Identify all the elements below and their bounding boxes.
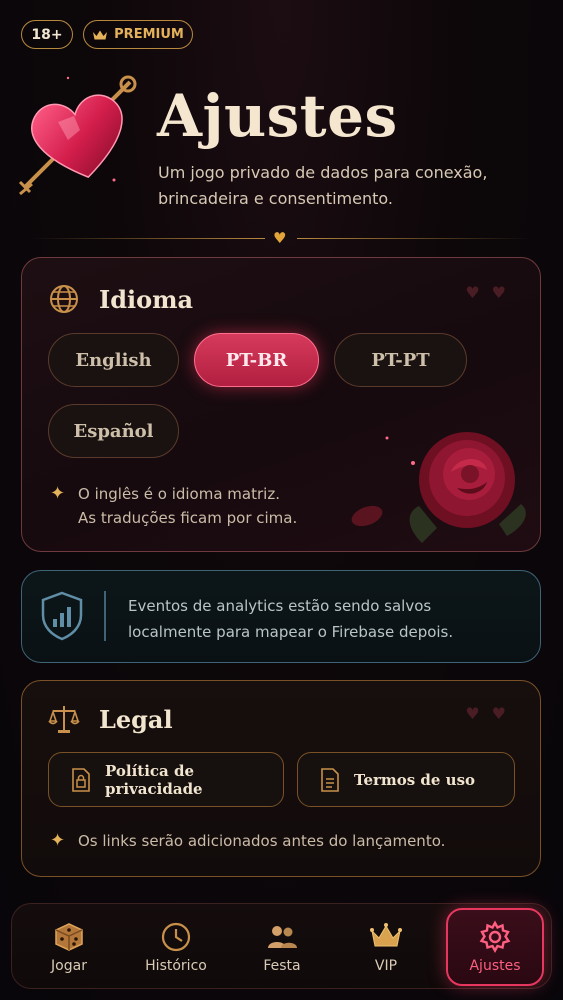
rose-icon bbox=[351, 432, 526, 543]
language-note-line1: O inglês é o idioma matriz. bbox=[78, 485, 280, 503]
heart-arrow-icon bbox=[18, 75, 137, 196]
page-subtitle: Um jogo privado de dados para conexão, b… bbox=[158, 163, 488, 208]
language-card-title: Idioma bbox=[99, 285, 194, 314]
nav-item-ajustes[interactable]: Ajustes bbox=[446, 908, 544, 986]
language-note-line2: As traduções ficam por cima. bbox=[78, 509, 298, 527]
bottom-navigation: Jogar Histórico Festa VIP Ajustes bbox=[11, 903, 552, 989]
sparkle-icon: ✦ bbox=[50, 483, 66, 504]
legal-card-title: Legal bbox=[99, 705, 173, 734]
language-note: ✦ O inglês é o idioma matriz. As traduçõ… bbox=[50, 482, 298, 530]
scales-icon bbox=[48, 706, 80, 733]
terms-of-use-label: Termos de uso bbox=[354, 770, 476, 789]
divider bbox=[32, 238, 265, 239]
language-option-espanol[interactable]: Español bbox=[48, 404, 179, 458]
lock-document-icon bbox=[72, 767, 90, 792]
globe-icon bbox=[50, 285, 78, 313]
vertical-divider bbox=[104, 591, 106, 641]
privacy-policy-label: Política de privacidade bbox=[105, 761, 203, 798]
nav-label: Histórico bbox=[145, 958, 207, 974]
people-icon bbox=[268, 926, 297, 948]
nav-item-festa[interactable]: Festa bbox=[233, 908, 331, 986]
nav-label: VIP bbox=[374, 958, 398, 974]
nav-item-historico[interactable]: Histórico bbox=[127, 908, 225, 986]
nav-label: Ajustes bbox=[469, 958, 521, 974]
premium-label: PREMIUM bbox=[114, 27, 184, 42]
divider-heart-icon: ♥ bbox=[273, 229, 287, 247]
document-icon bbox=[321, 767, 339, 792]
divider bbox=[297, 238, 531, 239]
analytics-message: Eventos de analytics estão sendo salvos … bbox=[128, 597, 454, 641]
language-option-english[interactable]: English bbox=[48, 333, 179, 387]
terms-of-use-button[interactable]: Termos de uso bbox=[297, 752, 515, 807]
age-rating-label: 18+ bbox=[31, 26, 63, 43]
language-option-pt-pt[interactable]: PT-PT bbox=[334, 333, 467, 387]
age-rating-badge: 18+ bbox=[21, 20, 73, 49]
decorative-hearts-icon: ♥♥ bbox=[465, 283, 518, 302]
privacy-policy-button[interactable]: Política de privacidade bbox=[48, 752, 284, 807]
language-card: Idioma ♥♥ English PT-BR PT-PT Español ✦ … bbox=[21, 257, 541, 552]
analytics-card: Eventos de analytics estão sendo salvos … bbox=[21, 570, 541, 663]
legal-note: ✦ Os links serão adicionados antes do la… bbox=[50, 829, 446, 853]
nav-label: Festa bbox=[263, 958, 301, 974]
nav-item-vip[interactable]: VIP bbox=[337, 908, 435, 986]
nav-label: Jogar bbox=[51, 958, 87, 974]
nav-item-jogar[interactable]: Jogar bbox=[20, 908, 118, 986]
decorative-hearts-icon: ♥♥ bbox=[465, 704, 518, 723]
premium-badge[interactable]: PREMIUM bbox=[83, 20, 193, 49]
shield-chart-icon bbox=[41, 591, 83, 641]
gear-icon bbox=[479, 920, 511, 953]
crown-icon bbox=[93, 30, 108, 39]
clock-icon bbox=[161, 922, 191, 952]
dice-icon bbox=[55, 923, 83, 951]
language-option-pt-br[interactable]: PT-BR bbox=[194, 333, 319, 387]
sparkle-icon: ✦ bbox=[50, 830, 66, 851]
legal-card: Legal ♥♥ Política de privacidade Termos … bbox=[21, 680, 541, 877]
page-title: Ajustes bbox=[157, 82, 398, 150]
legal-note-text: Os links serão adicionados antes do lanç… bbox=[78, 832, 446, 850]
crown-icon bbox=[370, 923, 402, 947]
